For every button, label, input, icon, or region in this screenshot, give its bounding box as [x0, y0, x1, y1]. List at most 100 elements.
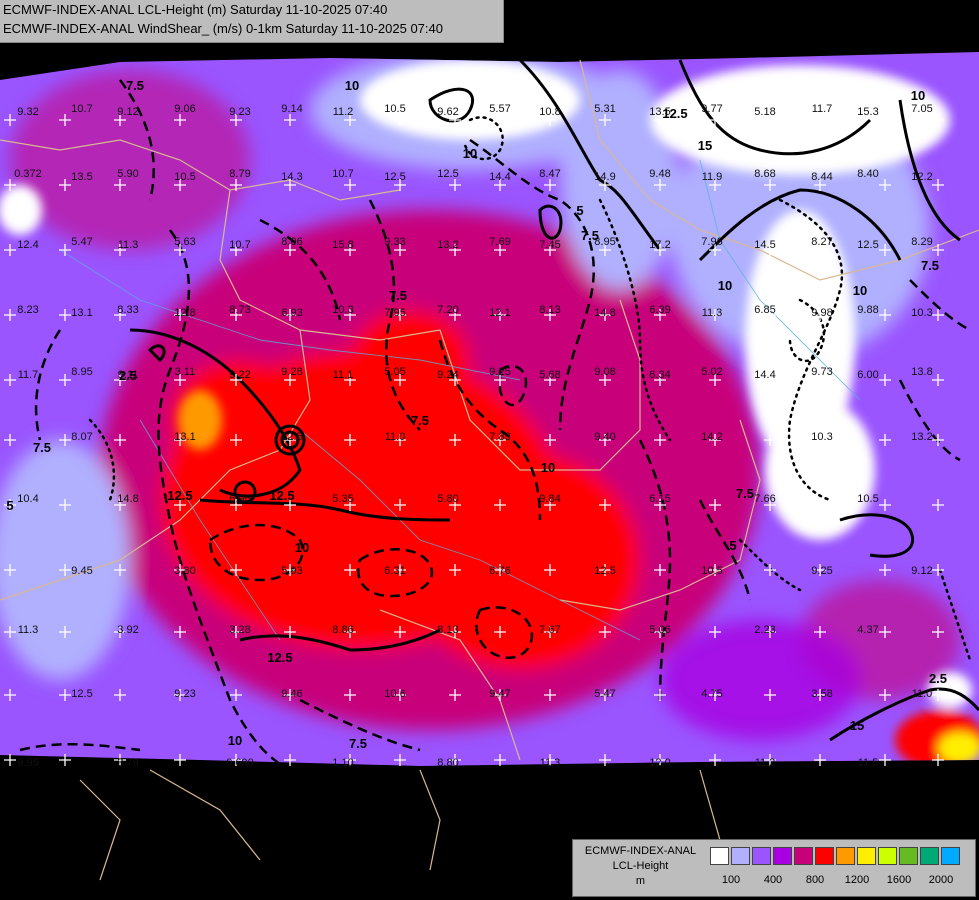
- grid-value-label: 8.44: [811, 171, 832, 183]
- grid-value-label: 14.3: [281, 171, 302, 183]
- contour-label: 10: [345, 78, 359, 93]
- grid-value-label: 10.5: [384, 103, 405, 115]
- grid-value-label: 10.7: [332, 168, 353, 180]
- contour-label: 10: [718, 278, 732, 293]
- contour-label: 10: [541, 460, 555, 475]
- grid-value-label: 11.7: [18, 369, 39, 381]
- grid-value-label: 4.37: [857, 624, 878, 636]
- grid-value-label: 14.9: [594, 171, 615, 183]
- grid-value-label: 10.4: [17, 493, 38, 505]
- grid-value-label: 11.2: [755, 757, 776, 769]
- grid-value-label: 5.47: [71, 236, 92, 248]
- grid-value-label: 7.95: [384, 307, 405, 319]
- grid-value-label: 10.7: [229, 239, 250, 251]
- grid-value-label: 10.7: [71, 103, 92, 115]
- legend-swatch: [920, 847, 939, 865]
- contour-label: 12.5: [267, 650, 292, 665]
- grid-value-label: 6.93: [281, 307, 302, 319]
- contour-label: 10: [295, 540, 309, 555]
- grid-value-label: 14.4: [489, 171, 510, 183]
- grid-value-label: 6.15: [649, 493, 670, 505]
- grid-value-label: 13.1: [174, 431, 195, 443]
- contour-label: 10: [853, 283, 867, 298]
- grid-value-label: 12.0: [649, 757, 670, 769]
- contour-label: 10: [228, 733, 242, 748]
- contour-label: 10: [463, 146, 477, 161]
- grid-value-label: 0.372: [14, 168, 42, 180]
- grid-value-label: 8.06: [281, 236, 302, 248]
- legend-swatch: [731, 847, 750, 865]
- contour-label: 5: [576, 203, 583, 218]
- grid-value-label: 5.68: [539, 369, 560, 381]
- grid-value-label: 3.58: [811, 688, 832, 700]
- contour-label: 7.5: [921, 258, 939, 273]
- grid-value-label: 12.2: [911, 171, 932, 183]
- grid-value-label: 7.20: [437, 304, 458, 316]
- grid-value-label: 15.3: [857, 106, 878, 118]
- grid-value-label: 7.96: [701, 236, 722, 248]
- grid-value-label: 8.68: [754, 168, 775, 180]
- grid-value-label: 12.4: [17, 239, 38, 251]
- grid-value-label: 5.80: [437, 493, 458, 505]
- grid-value-label: 11.3: [18, 624, 39, 636]
- grid-value-label: 8.13: [539, 304, 560, 316]
- legend-title-line: m: [635, 875, 646, 887]
- contour-label: 10: [911, 88, 925, 103]
- legend-swatch: [710, 847, 729, 865]
- grid-value-label: 9.14: [281, 103, 302, 115]
- grid-value-label: 14.2: [701, 431, 722, 443]
- legend-swatch: [941, 847, 960, 865]
- grid-value-label: 9.12: [117, 106, 138, 118]
- grid-value-label: 13.2: [437, 239, 458, 251]
- contour-label: 12.5: [662, 106, 687, 121]
- grid-value-label: 10.5: [174, 171, 195, 183]
- grid-value-label: 6.96: [229, 493, 250, 505]
- grid-value-label: 14.8: [594, 307, 615, 319]
- contour-label: 7.5: [581, 228, 599, 243]
- grid-value-label: 9.06: [174, 103, 195, 115]
- contour-label: 7.5: [411, 413, 429, 428]
- grid-value-label: 8.95: [71, 366, 92, 378]
- grid-value-label: 8.13: [437, 624, 458, 636]
- grid-value-label: 7.69: [489, 236, 510, 248]
- grid-value-label: 4.75: [701, 688, 722, 700]
- grid-value-label: 7.05: [911, 103, 932, 115]
- legend-tick-label: 100: [721, 874, 741, 886]
- legend-tick-label: 1600: [886, 874, 912, 886]
- contour-label: 7.5: [126, 78, 144, 93]
- legend-tick-label: 2000: [928, 874, 954, 886]
- grid-value-label: 9.12: [911, 565, 932, 577]
- grid-value-label: 10.8: [539, 106, 560, 118]
- grid-value-label: 8.86: [332, 624, 353, 636]
- contour-label: 15: [850, 718, 864, 733]
- grid-value-label: 6.00: [857, 369, 878, 381]
- legend-swatch: [878, 847, 897, 865]
- contour-label: 7.5: [736, 486, 754, 501]
- grid-value-label: 17.2: [649, 239, 670, 251]
- legend-swatch: [836, 847, 855, 865]
- grid-value-label: 9.40: [594, 431, 615, 443]
- grid-value-label: 10.3: [332, 304, 353, 316]
- grid-value-label: 1.10: [332, 757, 353, 769]
- legend-swatch: [899, 847, 918, 865]
- grid-value-label: 3.80: [174, 565, 195, 577]
- grid-value-label: 8.27: [811, 236, 832, 248]
- grid-value-label: 3.28: [229, 624, 250, 636]
- legend-tick-label: 400: [763, 874, 783, 886]
- legend-swatch: [773, 847, 792, 865]
- grid-value-label: 5.93: [281, 565, 302, 577]
- grid-value-label: 8.79: [229, 168, 250, 180]
- grid-value-label: 6.31: [384, 565, 405, 577]
- grid-value-label: 12.8: [174, 307, 195, 319]
- grid-value-label: 11.3: [540, 757, 561, 769]
- legend-swatch: [857, 847, 876, 865]
- grid-value-label: 5.06: [649, 624, 670, 636]
- grid-value-label: 5.47: [594, 688, 615, 700]
- legend-title-line: ECMWF-INDEX-ANAL: [584, 845, 697, 857]
- grid-value-label: 9.32: [17, 106, 38, 118]
- grid-value-label: 5.63: [174, 236, 195, 248]
- grid-value-label: 9.98: [811, 307, 832, 319]
- grid-value-label: 9.08: [594, 366, 615, 378]
- grid-value-label: 9.62: [437, 106, 458, 118]
- grid-value-label: 7.66: [754, 493, 775, 505]
